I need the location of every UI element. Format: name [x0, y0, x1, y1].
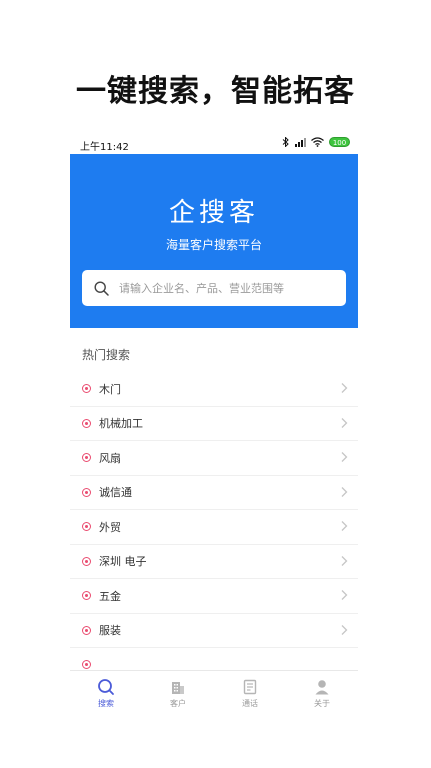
promo-headline: 一键搜索，智能拓客 [76, 74, 355, 109]
tab-label: 客户 [170, 699, 186, 708]
search-box[interactable] [82, 270, 346, 306]
bottom-tab-bar: 搜索 客户 通话 关于 [70, 670, 358, 714]
bluetooth-icon [282, 137, 289, 147]
chevron-right-icon [341, 555, 348, 566]
list-item[interactable]: 服装 [70, 614, 358, 648]
chevron-right-icon [341, 521, 348, 531]
list-item[interactable]: 机械加工 [70, 407, 358, 441]
hot-search-title: 热门搜索 [82, 348, 131, 362]
chevron-right-icon [341, 486, 348, 497]
wifi-icon [311, 137, 324, 147]
list-item-label: 诚信通 [99, 486, 132, 500]
signal-icon [295, 138, 306, 147]
bullet-dot-icon [82, 487, 91, 497]
list-item[interactable]: 风扇 [70, 441, 358, 476]
search-icon [98, 679, 114, 695]
list-item-label: 机械加工 [99, 417, 143, 431]
list-item-label: 服装 [99, 624, 121, 638]
building-icon [172, 682, 184, 694]
tab-label: 关于 [314, 699, 330, 708]
bullet-dot-icon [82, 591, 91, 601]
bullet-dot-icon [82, 384, 91, 394]
list-item-label: 木门 [99, 382, 121, 396]
tab-label: 通话 [242, 699, 258, 708]
list-item[interactable]: 诚信通 [70, 476, 358, 510]
tab-customers[interactable]: 客户 [142, 671, 214, 714]
person-icon [315, 680, 329, 695]
list-item[interactable]: 五金 [70, 579, 358, 614]
status-bar: 上午11:42 100 [70, 134, 358, 154]
bullet-dot-icon [82, 522, 91, 532]
tab-calls[interactable]: 通话 [214, 671, 286, 714]
phone-screen: 上午11:42 100 企搜客 海量客户搜索平台 热门搜索 木门 机械加工 [70, 134, 358, 714]
list-item[interactable]: 外贸 [70, 510, 358, 545]
chevron-right-icon [341, 590, 348, 600]
app-title: 企搜客 [168, 198, 259, 228]
chevron-right-icon [341, 383, 348, 393]
list-item-label: 深圳 电子 [99, 555, 147, 569]
tab-search[interactable]: 搜索 [70, 671, 142, 714]
app-subtitle: 海量客户搜索平台 [165, 238, 262, 252]
chevron-right-icon [341, 417, 348, 428]
status-time: 上午11:42 [80, 142, 129, 153]
battery-indicator: 100 [329, 137, 350, 147]
bullet-dot-icon [82, 625, 91, 635]
bullet-dot-icon [82, 453, 91, 463]
list-item[interactable]: 木门 [70, 372, 358, 407]
tab-about[interactable]: 关于 [286, 671, 358, 714]
search-icon [94, 280, 109, 296]
hot-search-list: 木门 机械加工 风扇 诚信通 外贸 深圳 电子 五金 服装 [70, 372, 358, 683]
list-item-label: 风扇 [99, 451, 121, 465]
header-banner: 企搜客 海量客户搜索平台 [70, 154, 358, 328]
tab-label: 搜索 [98, 699, 114, 708]
bullet-dot-icon [82, 418, 91, 428]
bullet-dot-icon [82, 556, 91, 566]
chevron-right-icon [341, 624, 348, 635]
search-input[interactable] [119, 281, 329, 295]
list-item-label: 五金 [99, 589, 121, 603]
bullet-dot-icon [82, 660, 91, 670]
list-item-label: 外贸 [99, 520, 121, 534]
chevron-right-icon [341, 452, 348, 462]
list-item[interactable]: 深圳 电子 [70, 545, 358, 579]
call-log-icon [243, 679, 257, 695]
